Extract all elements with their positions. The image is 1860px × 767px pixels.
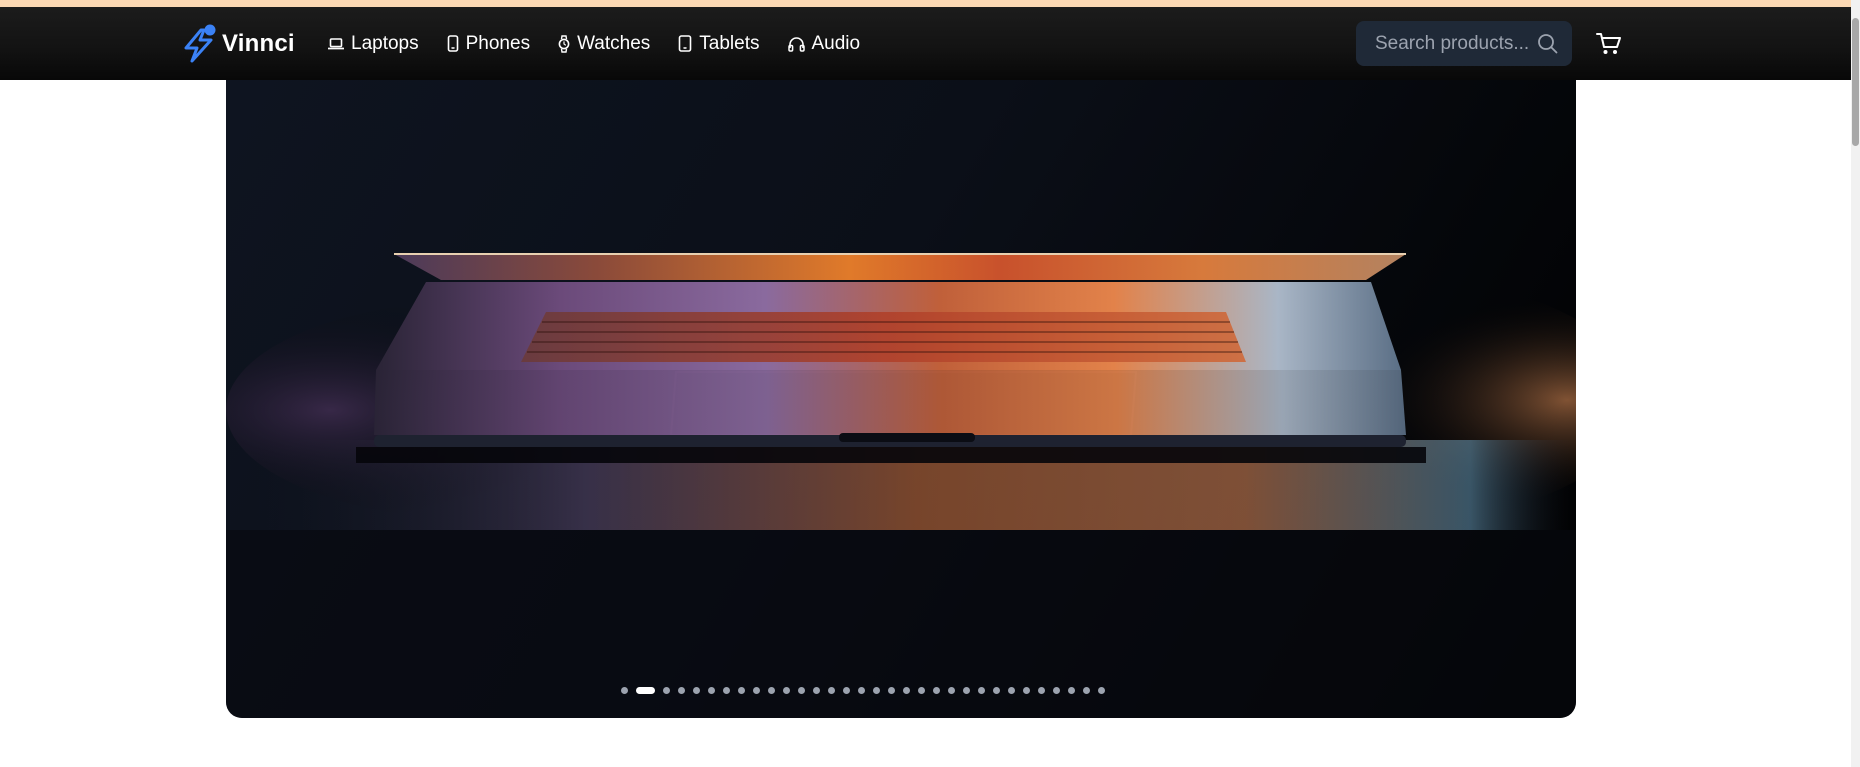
top-banner-strip [0,0,1851,7]
tablet-icon [678,35,692,52]
search-icon[interactable] [1537,33,1558,54]
nav-item-audio[interactable]: Audio [787,32,861,55]
carousel-dot[interactable] [783,686,790,694]
hero-carousel [226,80,1576,718]
carousel-dot[interactable] [963,686,970,694]
carousel-dot[interactable] [828,686,835,694]
carousel-dot[interactable] [813,686,820,694]
lightning-logo-icon [184,24,216,63]
carousel-dot[interactable] [843,686,850,694]
carousel-dot[interactable] [1083,686,1090,694]
brand-name: Vinnci [222,30,295,57]
nav-item-label: Watches [577,32,651,54]
nav-item-label: Tablets [699,32,760,54]
cart-icon[interactable] [1595,31,1623,57]
carousel-dot[interactable] [873,686,880,694]
carousel-dot[interactable] [798,686,805,694]
nav-item-label: Phones [465,32,531,54]
carousel-dot[interactable] [1023,686,1030,694]
carousel-dot[interactable] [723,686,730,694]
scrollbar-thumb[interactable] [1852,18,1859,146]
carousel-dot[interactable] [678,686,685,694]
watch-icon [558,34,570,53]
nav-item-watches[interactable]: Watches [558,33,650,55]
carousel-dot[interactable] [753,686,760,694]
search-box [1356,21,1572,66]
nav-item-label: Audio [811,32,861,54]
carousel-dot-active[interactable] [636,686,655,694]
nav-item-tablets[interactable]: Tablets [678,32,760,55]
phone-icon [447,35,458,52]
carousel-dot[interactable] [1053,686,1060,694]
carousel-dot[interactable] [948,686,955,694]
carousel-dot[interactable] [993,686,1000,694]
navbar-inner: Vinnci Laptops Phones Watches Tablets Au… [182,7,1622,80]
carousel-dot[interactable] [888,686,895,694]
carousel-dot[interactable] [693,686,700,694]
carousel-dot[interactable] [1038,686,1045,694]
carousel-dot[interactable] [663,686,670,694]
carousel-dot[interactable] [1008,686,1015,694]
carousel-dot[interactable] [1068,686,1075,694]
carousel-dot[interactable] [858,686,865,694]
laptop-hero-image [226,253,1576,718]
laptop-icon [328,37,344,49]
navbar: Vinnci Laptops Phones Watches Tablets Au… [0,7,1851,80]
nav-item-phones[interactable]: Phones [447,33,530,55]
page-scrollbar[interactable] [1851,0,1860,767]
nav-item-laptops[interactable]: Laptops [328,33,419,55]
carousel-indicators [226,683,1576,697]
carousel-dot[interactable] [621,686,628,694]
carousel-dot[interactable] [918,686,925,694]
brand-logo-link[interactable]: Vinnci [182,23,295,65]
category-nav: Laptops Phones Watches Tablets Audio [328,7,888,80]
carousel-dot[interactable] [708,686,715,694]
nav-item-label: Laptops [351,32,419,54]
search-input[interactable] [1373,31,1533,56]
carousel-dot[interactable] [768,686,775,694]
headphones-icon [787,36,805,52]
carousel-dot[interactable] [933,686,940,694]
carousel-dot[interactable] [978,686,985,694]
carousel-dot[interactable] [1098,686,1105,694]
carousel-dot[interactable] [903,686,910,694]
carousel-dot[interactable] [738,686,745,694]
